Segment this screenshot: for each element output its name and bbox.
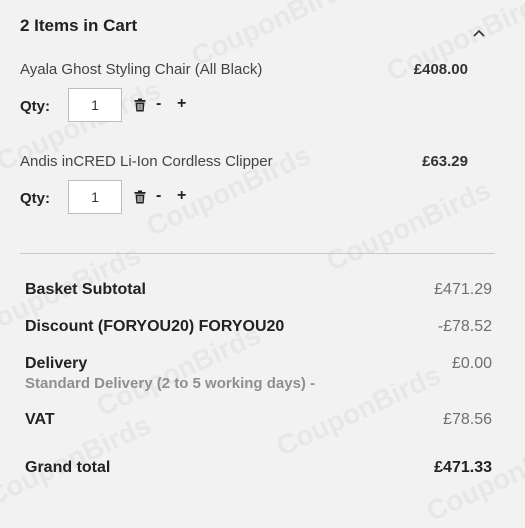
discount-value: -£78.52	[437, 318, 492, 335]
qty-label: Qty:	[20, 190, 50, 207]
item-price: £63.29	[422, 153, 468, 170]
cart-header[interactable]: 2 Items in Cart	[20, 15, 495, 39]
grand-total-value: £471.33	[434, 459, 492, 476]
cart-summary-panel: CouponBirds CouponBirds CouponBirds Coup…	[0, 0, 525, 527]
item-price: £408.00	[413, 61, 468, 78]
subtotal-value: £471.29	[434, 281, 492, 298]
discount-label: Discount (FORYOU20) FORYOU20	[25, 318, 285, 335]
divider	[20, 253, 495, 254]
subtotal-label: Basket Subtotal	[25, 281, 146, 298]
increase-qty-button[interactable]: +	[177, 185, 186, 207]
quantity-input[interactable]	[68, 88, 122, 122]
delivery-label: Delivery	[25, 355, 88, 372]
chevron-up-icon[interactable]	[469, 25, 489, 41]
grand-total-label: Grand total	[25, 459, 111, 476]
trash-icon[interactable]	[134, 98, 146, 112]
quantity-input[interactable]	[68, 180, 122, 214]
trash-icon[interactable]	[134, 190, 146, 204]
cart-title: 2 Items in Cart	[20, 16, 138, 35]
decrease-qty-button[interactable]: -	[156, 93, 161, 115]
increase-qty-button[interactable]: +	[177, 93, 186, 115]
delivery-method: Standard Delivery (2 to 5 working days) …	[25, 375, 316, 392]
item-name[interactable]: Andis inCRED Li-Ion Cordless Clipper	[20, 153, 273, 170]
decrease-qty-button[interactable]: -	[156, 185, 161, 207]
vat-label: VAT	[25, 411, 55, 428]
delivery-value: £0.00	[451, 355, 492, 372]
watermark: CouponBirds	[322, 174, 496, 278]
vat-value: £78.56	[443, 411, 492, 428]
item-name[interactable]: Ayala Ghost Styling Chair (All Black)	[20, 61, 262, 78]
qty-label: Qty:	[20, 98, 50, 115]
